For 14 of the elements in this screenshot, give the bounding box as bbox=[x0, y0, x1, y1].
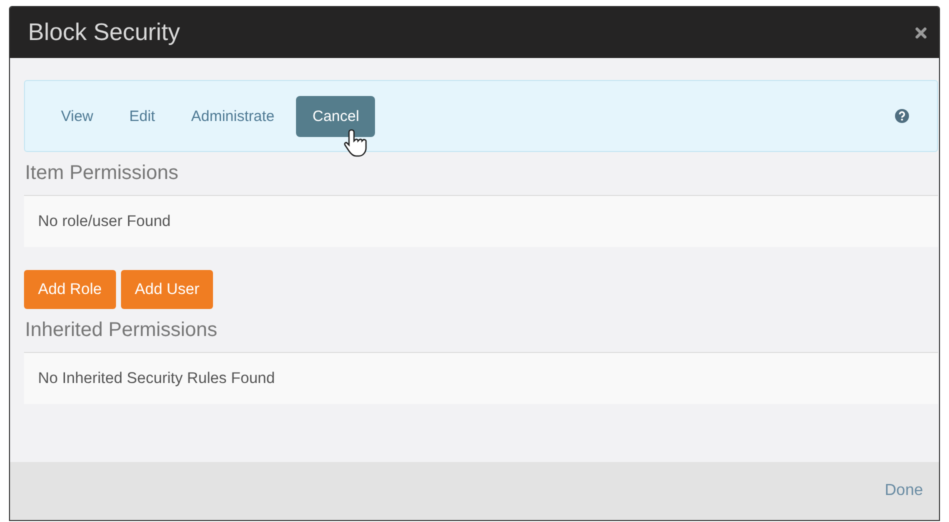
add-button[interactable]: Add User bbox=[120, 270, 214, 309]
close-icon[interactable] bbox=[915, 26, 927, 38]
tab[interactable]: Edit bbox=[115, 96, 170, 136]
tab[interactable]: Administrate bbox=[177, 96, 288, 136]
window-title: Block Security bbox=[28, 18, 180, 46]
section-heading: Item Permissions bbox=[25, 162, 180, 185]
help-icon[interactable] bbox=[895, 109, 909, 123]
done-link[interactable]: Done bbox=[878, 481, 929, 501]
section-heading: Inherited Permissions bbox=[25, 319, 218, 342]
empty-message: No role/user Found bbox=[38, 212, 171, 230]
tab[interactable]: Cancel bbox=[296, 96, 376, 136]
empty-message: No Inherited Security Rules Found bbox=[38, 370, 275, 388]
tab[interactable]: View bbox=[47, 96, 108, 136]
add-button[interactable]: Add Role bbox=[24, 270, 116, 309]
